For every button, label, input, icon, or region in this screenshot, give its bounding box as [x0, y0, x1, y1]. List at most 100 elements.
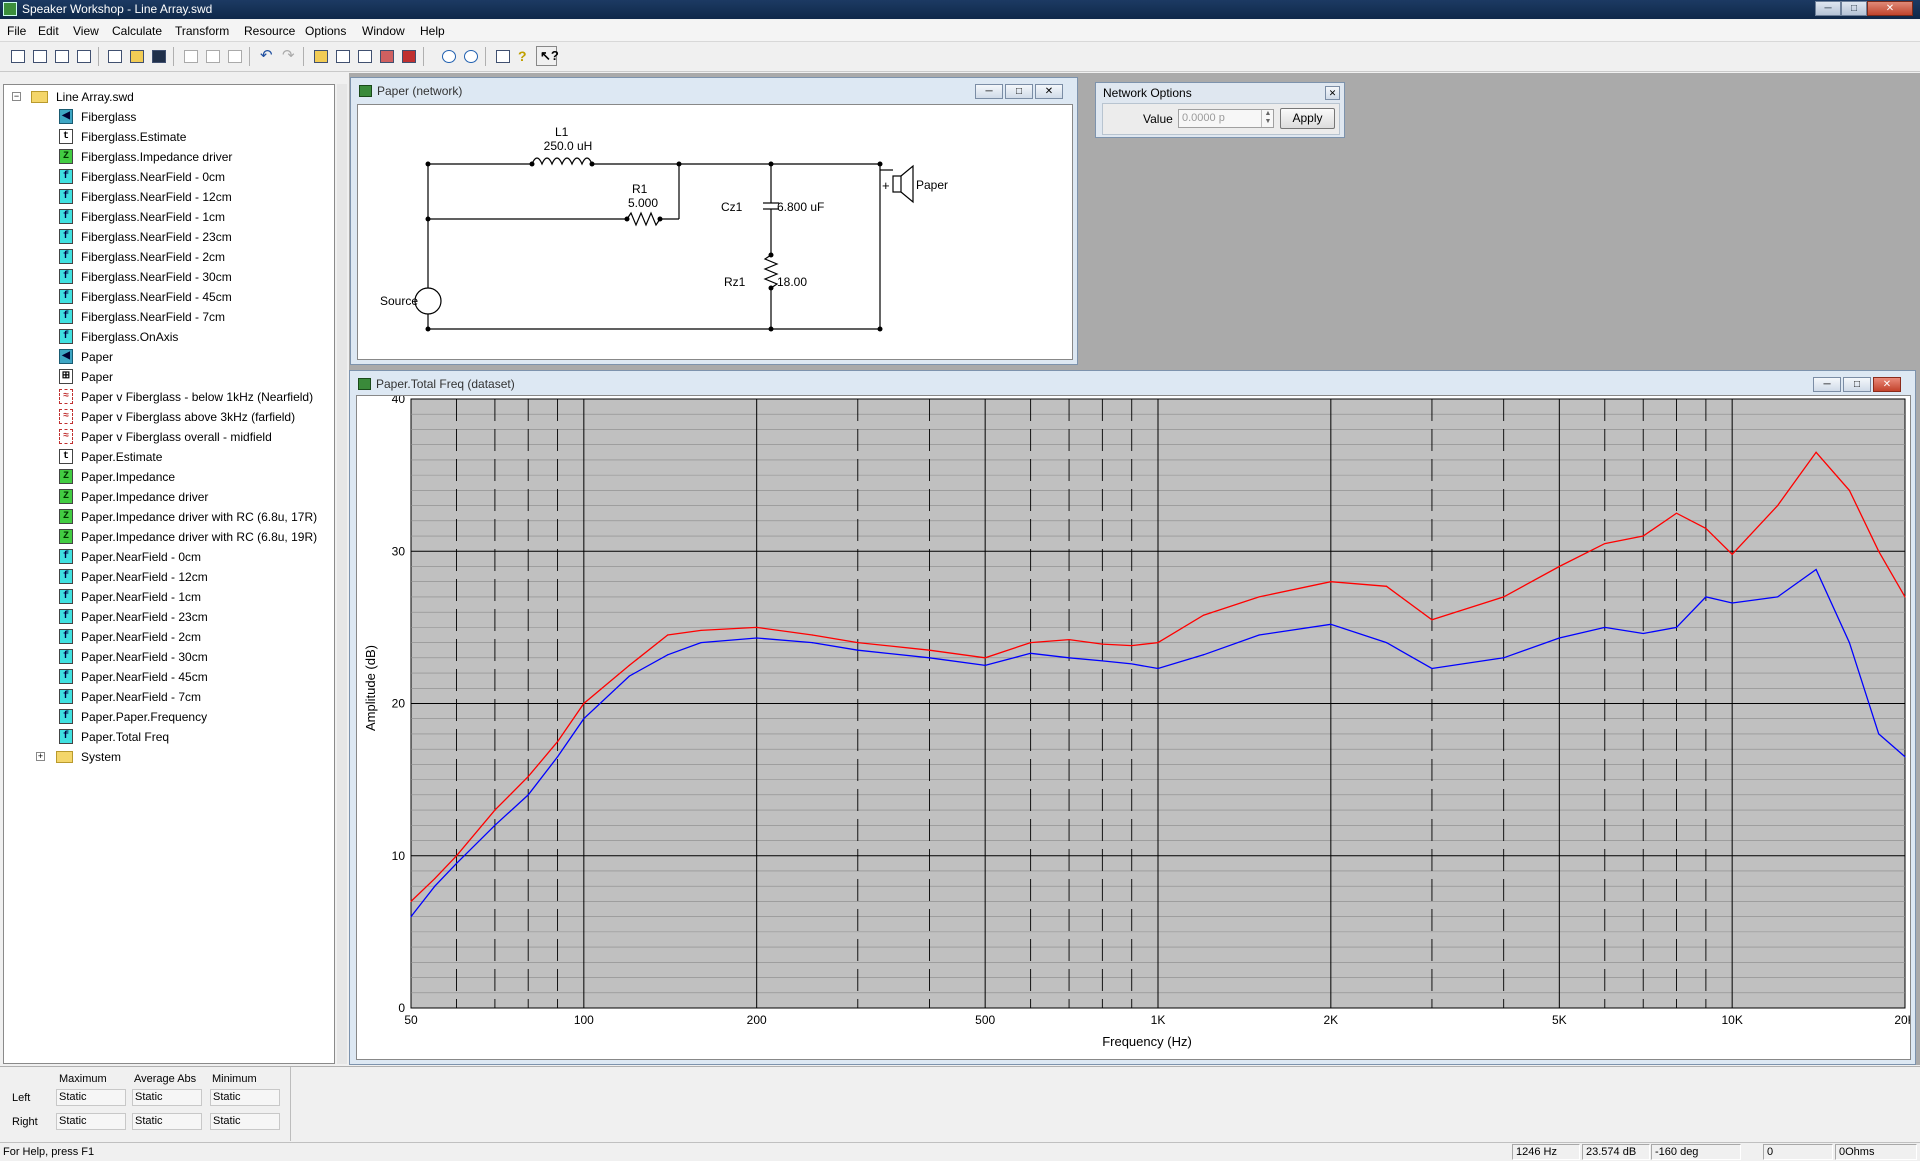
tree-item[interactable]: f Paper.NearField - 7cm [4, 687, 334, 707]
cut-button[interactable] [180, 46, 201, 66]
menu-transform[interactable]: Transform [175, 24, 229, 38]
tree-item[interactable]: f Fiberglass.NearField - 12cm [4, 187, 334, 207]
menu-help[interactable]: Help [420, 24, 445, 38]
expand-icon[interactable]: + [36, 752, 45, 761]
save-button[interactable] [148, 46, 169, 66]
tree-item[interactable]: f Fiberglass.OnAxis [4, 327, 334, 347]
chart-minimize-button[interactable]: ─ [1813, 377, 1841, 392]
grid-view-button[interactable] [73, 46, 94, 66]
tree-item[interactable]: f Paper.NearField - 2cm [4, 627, 334, 647]
network-window[interactable]: Paper (network) ─ □ ✕ L1 250.0 uH R1 5.0… [350, 77, 1078, 365]
open-resource-button[interactable] [310, 46, 331, 66]
tree-view-button[interactable] [7, 46, 28, 66]
tree-item[interactable]: f Fiberglass.NearField - 1cm [4, 207, 334, 227]
maximize-button[interactable]: □ [1841, 1, 1867, 16]
tree-item[interactable]: ≈ Paper v Fiberglass above 3kHz (farfield… [4, 407, 334, 427]
minimize-button[interactable]: ─ [1815, 1, 1841, 16]
tree-item[interactable]: Z Fiberglass.Impedance driver [4, 147, 334, 167]
menu-calculate[interactable]: Calculate [112, 24, 162, 38]
tree-item[interactable]: Z Paper.Impedance [4, 467, 334, 487]
chart-maximize-button[interactable]: □ [1843, 377, 1871, 392]
splitter[interactable] [337, 84, 347, 1064]
tree-item[interactable]: f Paper.NearField - 12cm [4, 567, 334, 587]
new-button[interactable] [104, 46, 125, 66]
about-button[interactable]: ? [514, 46, 535, 66]
tree-item[interactable]: t Paper.Estimate [4, 447, 334, 467]
tree-item[interactable]: f Paper.NearField - 1cm [4, 587, 334, 607]
stat-cell: Static [56, 1113, 126, 1130]
stat-cell: Static [56, 1089, 126, 1106]
driver-button[interactable] [398, 46, 419, 66]
series-point [811, 642, 813, 644]
tree-item[interactable]: f Paper.Total Freq [4, 727, 334, 747]
menu-window[interactable]: Window [362, 24, 405, 38]
menu-file[interactable]: File [7, 24, 26, 38]
series-point [1385, 585, 1388, 587]
tree-item[interactable]: f Paper.NearField - 23cm [4, 607, 334, 627]
tree-item[interactable]: Z Paper.Impedance driver with RC (6.8u, 1… [4, 527, 334, 547]
speaker-icon: ◀ [59, 349, 73, 364]
value-spinner[interactable]: ▲ ▼ [1261, 110, 1274, 127]
tree-system[interactable]: + System [4, 747, 334, 767]
series-point [583, 702, 585, 705]
tree-item[interactable]: f Fiberglass.NearField - 45cm [4, 287, 334, 307]
tree-item[interactable]: f Fiberglass.NearField - 23cm [4, 227, 334, 247]
chart-client[interactable]: 010203040501002005001K2K5K10K20KAmplitud… [356, 395, 1911, 1060]
network-options-close-button[interactable]: ✕ [1325, 86, 1340, 100]
tree-item[interactable]: ≈ Paper v Fiberglass overall - midfield [4, 427, 334, 447]
new-window-button[interactable] [332, 46, 353, 66]
frequency-chart[interactable]: 010203040501002005001K2K5K10K20KAmplitud… [357, 396, 1910, 1059]
menu-view[interactable]: View [73, 24, 99, 38]
network-options-panel[interactable]: Network Options ✕ Value 0.0000 p ▲ ▼ Appl… [1095, 82, 1345, 138]
dataset-doc-icon [358, 378, 371, 390]
network-canvas[interactable]: L1 250.0 uH R1 5.000 Cz1 6.800 uF Rz1 18… [357, 104, 1073, 360]
chart-window[interactable]: Paper.Total Freq (dataset) ─ □ ✕ 0 10 20 30… [349, 370, 1916, 1065]
tree-item[interactable]: Z Paper.Impedance driver [4, 487, 334, 507]
tree-item[interactable]: f Fiberglass.NearField - 2cm [4, 247, 334, 267]
context-help-button[interactable]: ↖? [536, 46, 559, 66]
tree-item[interactable]: f Fiberglass.NearField - 30cm [4, 267, 334, 287]
tree-item[interactable]: ◀ Fiberglass [4, 107, 334, 127]
network-close-button[interactable]: ✕ [1035, 84, 1063, 99]
tree-item[interactable]: ⊞ Paper [4, 367, 334, 387]
tree-item[interactable]: ◀ Paper [4, 347, 334, 367]
menu-resource[interactable]: Resource [244, 24, 295, 38]
network-button[interactable] [376, 46, 397, 66]
series-point [756, 626, 758, 628]
tree-item[interactable]: f Paper.Paper.Frequency [4, 707, 334, 727]
copy-button[interactable] [202, 46, 223, 66]
tree-item[interactable]: ≈ Paper v Fiberglass - below 1kHz (Nearfi… [4, 387, 334, 407]
y-tick-label: 20 [392, 697, 406, 711]
chart-button[interactable] [354, 46, 375, 66]
tree-item[interactable]: f Fiberglass.NearField - 7cm [4, 307, 334, 327]
tree-item[interactable]: Z Paper.Impedance driver with RC (6.8u, 1… [4, 507, 334, 527]
open-button[interactable] [126, 46, 147, 66]
zoom-out-button[interactable] [460, 46, 481, 66]
series-point [1258, 596, 1260, 598]
chart-close-button[interactable]: ✕ [1873, 377, 1901, 392]
print-button[interactable] [492, 46, 513, 66]
redo-button[interactable]: ↷ [278, 46, 299, 66]
tree-item-label: Fiberglass.NearField - 7cm [81, 310, 226, 324]
series-point [1330, 581, 1332, 583]
menu-edit[interactable]: Edit [38, 24, 59, 38]
collapse-icon[interactable]: − [12, 92, 21, 101]
resource-tree[interactable]: − Line Array.swd ◀ Fiberglass t Fiberglass.… [3, 84, 335, 1064]
network-maximize-button[interactable]: □ [1005, 84, 1033, 99]
menu-options[interactable]: Options [305, 24, 346, 38]
value-input[interactable]: 0.0000 p [1178, 109, 1274, 128]
tree-item[interactable]: f Fiberglass.NearField - 0cm [4, 167, 334, 187]
apply-button[interactable]: Apply [1280, 108, 1335, 129]
tree-root[interactable]: − Line Array.swd [4, 87, 334, 107]
tree-item[interactable]: f Paper.NearField - 30cm [4, 647, 334, 667]
zoom-in-button[interactable] [438, 46, 459, 66]
paste-button[interactable] [224, 46, 245, 66]
tree-item[interactable]: f Paper.NearField - 45cm [4, 667, 334, 687]
tree-item[interactable]: f Paper.NearField - 0cm [4, 547, 334, 567]
details-view-button[interactable] [51, 46, 72, 66]
tree-item[interactable]: t Fiberglass.Estimate [4, 127, 334, 147]
list-view-button[interactable] [29, 46, 50, 66]
undo-button[interactable]: ↶ [256, 46, 277, 66]
close-button[interactable]: ✕ [1867, 1, 1913, 16]
network-minimize-button[interactable]: ─ [975, 84, 1003, 99]
